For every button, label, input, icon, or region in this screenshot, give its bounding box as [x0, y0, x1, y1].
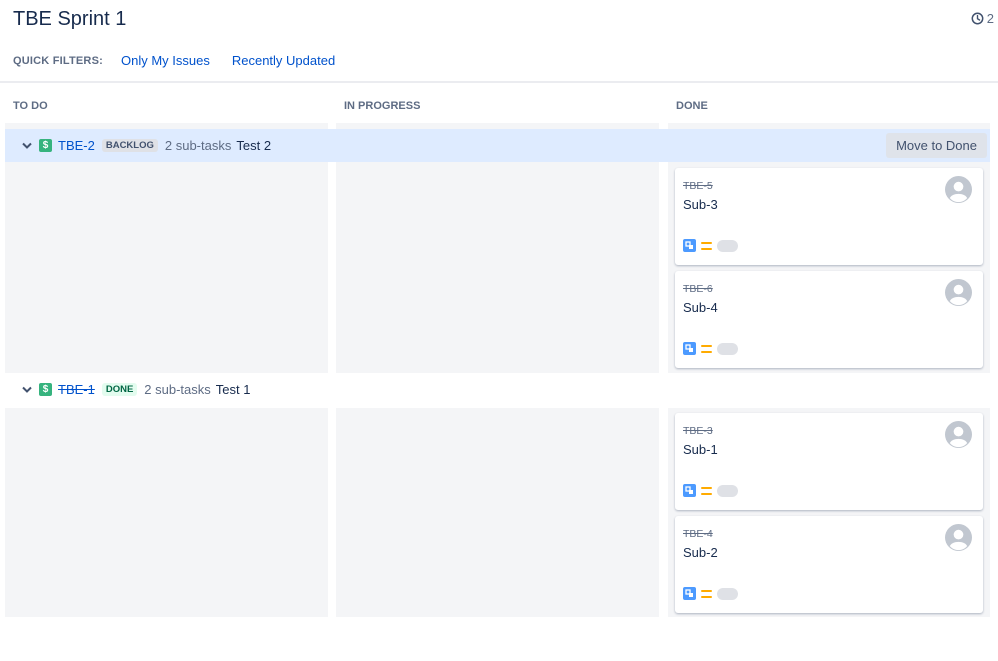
column-header-done: DONE	[676, 100, 708, 112]
story-icon: $	[39, 139, 52, 152]
subtask-icon	[683, 342, 696, 355]
issue-card[interactable]: TBE-3 Sub-1	[675, 413, 983, 510]
header-divider	[0, 81, 998, 83]
page-title: TBE Sprint 1	[13, 8, 127, 30]
lane2-todo-column[interactable]	[5, 408, 328, 617]
quick-filters-label: QUICK FILTERS:	[13, 54, 103, 67]
filter-only-my-issues[interactable]: Only My Issues	[121, 53, 210, 68]
days-remaining: 2	[986, 11, 994, 26]
card-issue-key[interactable]: TBE-4	[683, 528, 713, 540]
subtask-count: 2 sub-tasks	[164, 138, 232, 153]
card-summary: Sub-1	[683, 442, 718, 457]
card-summary: Sub-4	[683, 300, 718, 315]
filter-recently-updated[interactable]: Recently Updated	[232, 53, 335, 68]
avatar[interactable]	[945, 176, 972, 203]
status-badge: BACKLOG	[101, 139, 158, 152]
swimlane-header[interactable]: $ TBE-2 BACKLOG 2 sub-tasks Test 2 Move …	[5, 129, 990, 162]
status-badge: DONE	[101, 383, 138, 396]
column-header-todo: TO DO	[13, 100, 48, 112]
issue-card[interactable]: TBE-6 Sub-4	[675, 271, 983, 368]
card-issue-key[interactable]: TBE-5	[683, 180, 713, 192]
issue-card[interactable]: TBE-4 Sub-2	[675, 516, 983, 613]
sprint-remaining[interactable]: 2	[971, 11, 994, 26]
subtask-icon	[683, 239, 696, 252]
lane2-in-progress-column[interactable]	[336, 408, 659, 617]
clock-icon	[971, 12, 984, 25]
issue-key-link[interactable]: TBE-1	[58, 382, 95, 397]
issue-summary: Test 1	[215, 382, 251, 397]
estimate-badge	[717, 587, 738, 600]
avatar[interactable]	[945, 279, 972, 306]
estimate-badge	[717, 342, 738, 355]
estimate-badge	[717, 484, 738, 497]
chevron-down-icon[interactable]	[21, 384, 33, 396]
subtask-icon	[683, 484, 696, 497]
issue-card[interactable]: TBE-5 Sub-3	[675, 168, 983, 265]
card-summary: Sub-2	[683, 545, 718, 560]
priority-medium-icon	[701, 241, 712, 251]
card-issue-key[interactable]: TBE-6	[683, 283, 713, 295]
avatar[interactable]	[945, 421, 972, 448]
estimate-badge	[717, 239, 738, 252]
issue-summary: Test 2	[236, 138, 272, 153]
move-to-done-button[interactable]: Move to Done	[886, 133, 987, 158]
priority-medium-icon	[701, 486, 712, 496]
subtask-count: 2 sub-tasks	[144, 382, 211, 397]
story-icon: $	[39, 383, 52, 396]
card-issue-key[interactable]: TBE-3	[683, 425, 713, 437]
avatar[interactable]	[945, 524, 972, 551]
chevron-down-icon[interactable]	[21, 140, 33, 152]
priority-medium-icon	[701, 344, 712, 354]
card-summary: Sub-3	[683, 197, 718, 212]
subtask-icon	[683, 587, 696, 600]
priority-medium-icon	[701, 589, 712, 599]
column-header-in-progress: IN PROGRESS	[344, 100, 421, 112]
issue-key-link[interactable]: TBE-2	[58, 138, 95, 153]
swimlane-header[interactable]: $ TBE-1 DONE 2 sub-tasks Test 1	[5, 373, 990, 406]
quick-filters: QUICK FILTERS: Only My Issues Recently U…	[13, 53, 357, 68]
